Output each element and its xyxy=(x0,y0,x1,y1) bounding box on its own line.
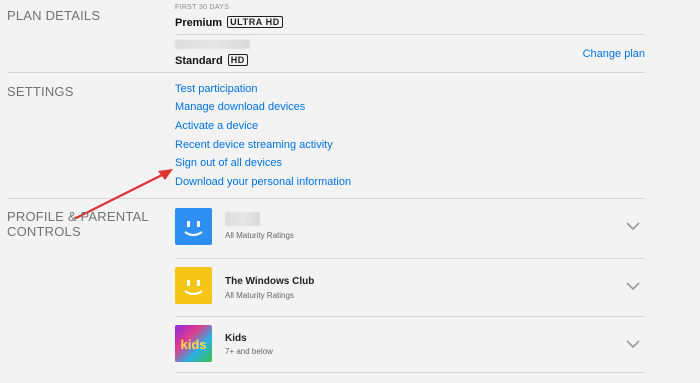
chevron-down-icon[interactable] xyxy=(626,281,640,291)
profile-controls-heading-line2: CONTROLS xyxy=(7,224,81,239)
profile-subtitle: 7+ and below xyxy=(225,347,273,356)
profile-name: Kids xyxy=(225,333,247,344)
kids-avatar-text: kids xyxy=(180,337,206,352)
test-participation-link[interactable]: Test participation xyxy=(175,83,258,96)
profile-divider-1 xyxy=(175,258,645,259)
current-plan-name: Premium xyxy=(175,17,223,29)
chevron-down-icon[interactable] xyxy=(626,339,640,349)
profile-avatar-icon xyxy=(175,267,212,304)
redacted-profile-name xyxy=(225,212,260,226)
plan-details-heading: PLAN DETAILS xyxy=(7,8,101,23)
next-plan: Standard HD xyxy=(175,51,248,69)
profile-controls-heading-line1: PROFILE & PARENTAL xyxy=(7,209,149,224)
profile-subtitle: All Maturity Ratings xyxy=(225,231,294,240)
sign-out-all-devices-link[interactable]: Sign out of all devices xyxy=(175,157,282,170)
download-personal-info-link[interactable]: Download your personal information xyxy=(175,176,351,189)
profile-divider-2 xyxy=(175,316,645,317)
recent-streaming-activity-link[interactable]: Recent device streaming activity xyxy=(175,139,333,152)
profile-name: The Windows Club xyxy=(225,276,315,287)
current-plan: Premium ULTRA HD xyxy=(175,13,283,31)
next-plan-name: Standard xyxy=(175,55,223,67)
change-plan-link[interactable]: Change plan xyxy=(583,48,645,61)
profile-divider-3 xyxy=(175,372,645,373)
plan-divider xyxy=(175,34,645,35)
settings-heading: SETTINGS xyxy=(7,84,74,99)
hd-badge: HD xyxy=(227,53,248,66)
profile-avatar-icon xyxy=(175,208,212,245)
section-divider-1 xyxy=(7,72,645,73)
profile-row[interactable]: The Windows Club All Maturity Ratings xyxy=(175,267,645,307)
trial-label: FIRST 30 DAYS xyxy=(175,4,230,11)
chevron-down-icon[interactable] xyxy=(626,221,640,231)
kids-avatar-icon: kids xyxy=(175,325,212,362)
profile-subtitle: All Maturity Ratings xyxy=(225,291,294,300)
profile-row[interactable]: kids Kids 7+ and below xyxy=(175,324,645,364)
profile-row[interactable]: All Maturity Ratings xyxy=(175,207,645,247)
manage-download-devices-link[interactable]: Manage download devices xyxy=(175,101,305,114)
profile-controls-heading: PROFILE & PARENTAL CONTROLS xyxy=(7,209,149,239)
redacted-date xyxy=(175,40,250,49)
activate-device-link[interactable]: Activate a device xyxy=(175,120,258,133)
ultra-hd-badge: ULTRA HD xyxy=(227,15,283,28)
